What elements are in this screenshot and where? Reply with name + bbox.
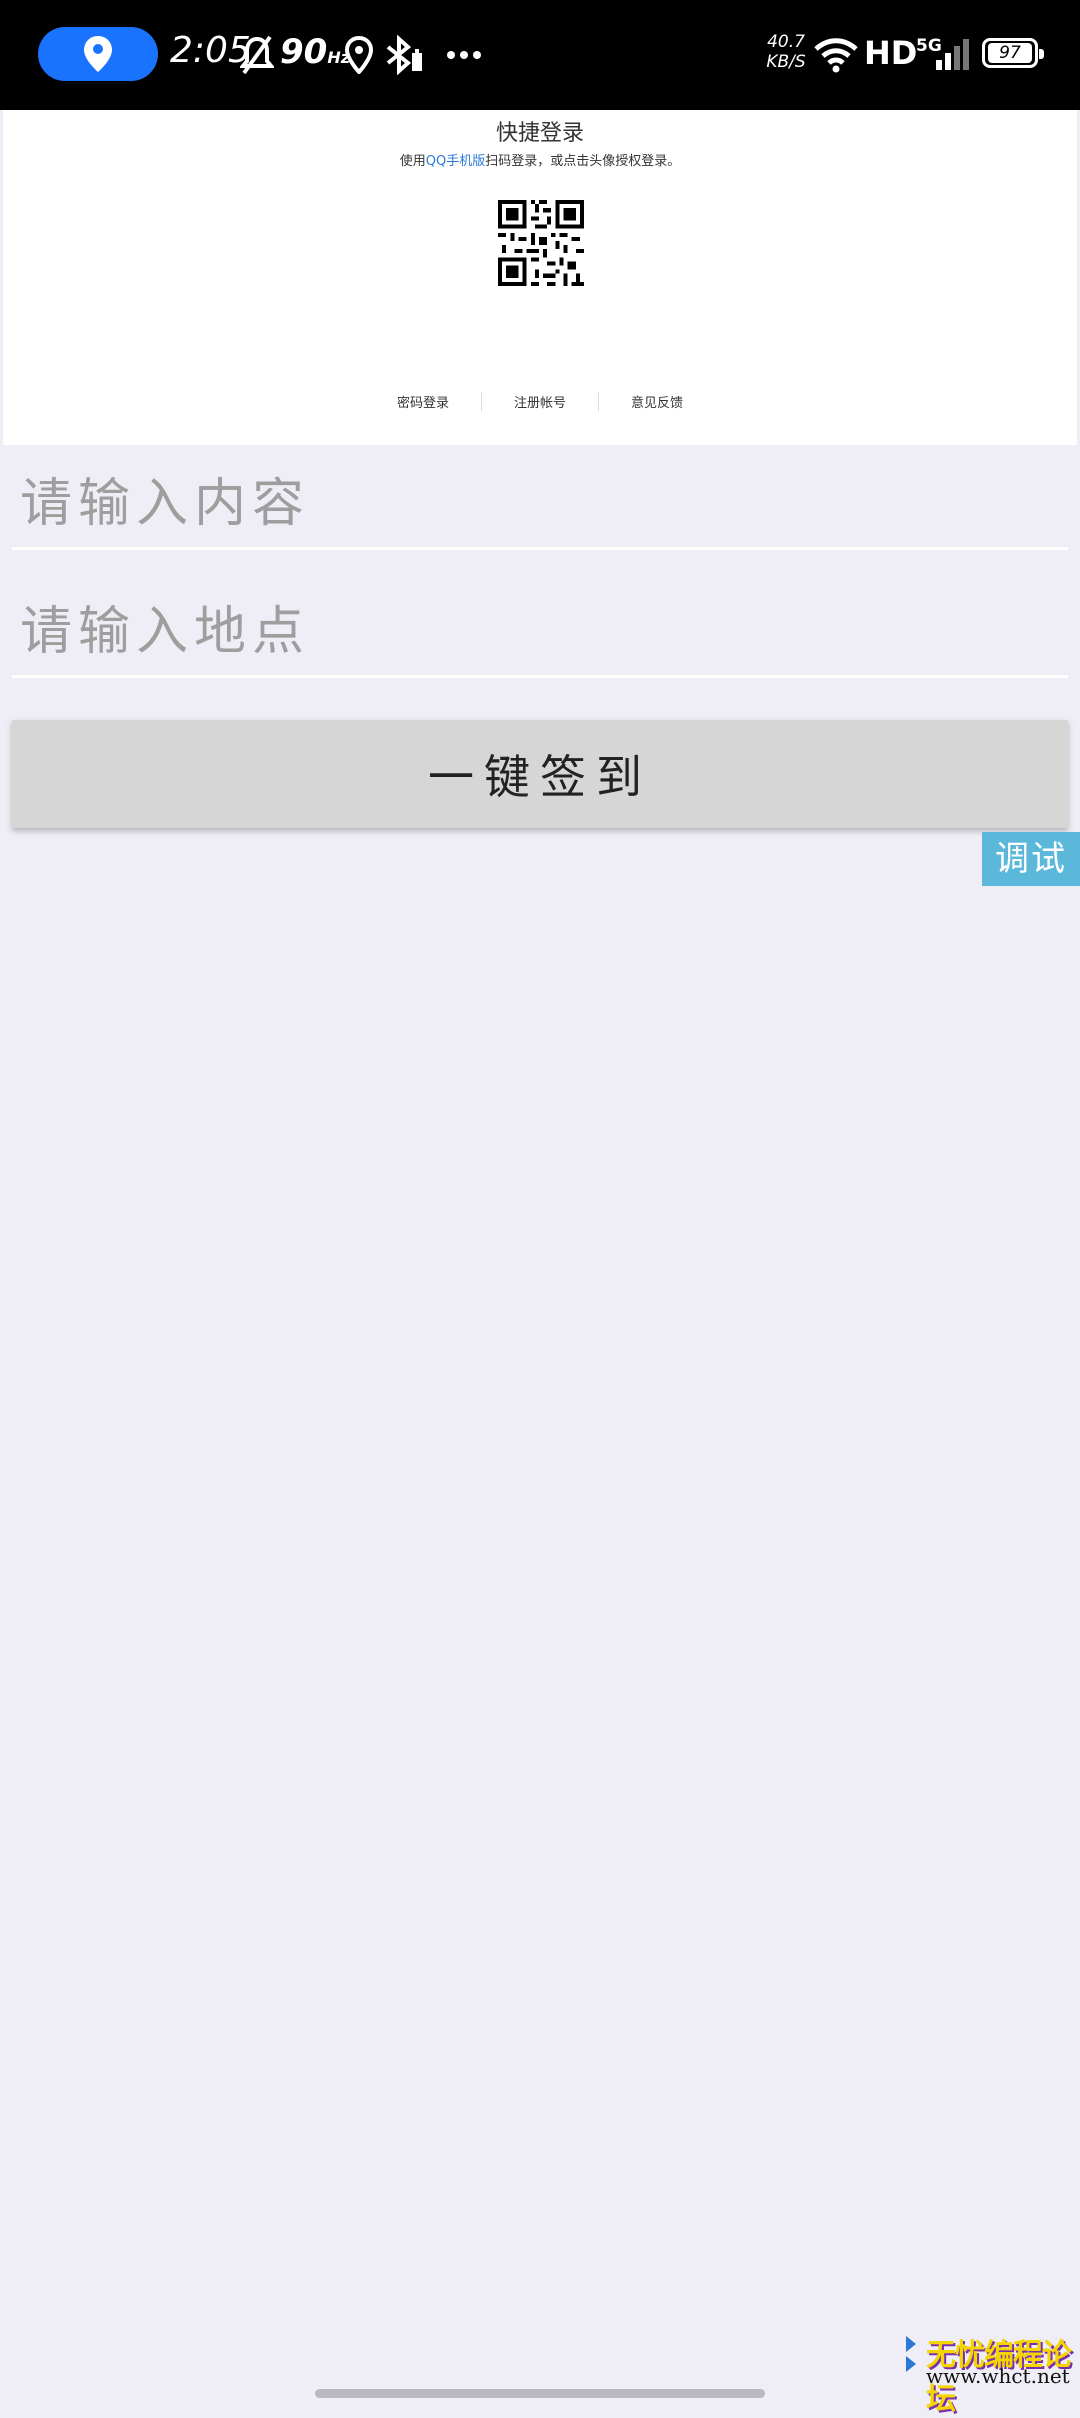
quick-login-panel: 快捷登录 使用QQ手机版扫码登录，或点击头像授权登录。 密码登录 注册帐号 意见… <box>3 110 1077 445</box>
content-input[interactable] <box>12 460 1068 547</box>
debug-button[interactable]: 调试 <box>982 832 1080 886</box>
watermark-url: www.whct.net <box>926 2364 1070 2388</box>
login-description: 使用QQ手机版扫码登录，或点击头像授权登录。 <box>3 150 1077 169</box>
bluetooth-icon <box>384 30 424 80</box>
signal-icon <box>934 30 970 80</box>
forum-logo-icon <box>906 2336 916 2372</box>
network-speed-unit: KB/S <box>766 52 806 72</box>
network-speed: 40.7 KB/S <box>764 32 808 72</box>
wifi-icon <box>814 30 858 80</box>
qq-mobile-link[interactable]: QQ手机版 <box>426 154 485 169</box>
login-desc-suffix: 扫码登录，或点击头像授权登录。 <box>485 154 681 169</box>
status-bar: 2:05 90Hz 40.7 KB/S HD 5G 97 <box>0 0 1080 110</box>
register-account-link[interactable]: 注册帐号 <box>482 392 599 411</box>
location-pill[interactable] <box>38 27 158 81</box>
battery-icon: 97 <box>982 38 1044 68</box>
location-pin-icon <box>84 36 112 72</box>
login-title: 快捷登录 <box>495 121 584 146</box>
location-icon <box>344 30 374 80</box>
location-input[interactable] <box>12 588 1068 675</box>
network-speed-value: 40.7 <box>767 32 805 52</box>
home-indicator[interactable] <box>315 2389 765 2398</box>
feedback-link[interactable]: 意见反馈 <box>599 392 715 411</box>
alarm-off-icon <box>240 30 274 80</box>
forum-watermark: 无忧编程论坛 www.whct.net <box>904 2330 1080 2417</box>
login-desc-prefix: 使用 <box>399 154 426 169</box>
location-field <box>12 588 1068 678</box>
clock: 2:05 <box>170 30 251 71</box>
hd-indicator: HD <box>864 34 918 72</box>
battery-level: 97 <box>988 43 1032 63</box>
refresh-rate: 90Hz <box>280 32 350 72</box>
refresh-rate-value: 90 <box>280 32 328 72</box>
one-click-signin-button[interactable]: 一键签到 <box>12 720 1068 828</box>
qr-code-icon[interactable] <box>498 200 584 286</box>
password-login-link[interactable]: 密码登录 <box>365 392 482 411</box>
login-links: 密码登录 注册帐号 意见反馈 <box>3 392 1077 411</box>
content-field <box>12 460 1068 550</box>
more-icon <box>446 30 482 80</box>
